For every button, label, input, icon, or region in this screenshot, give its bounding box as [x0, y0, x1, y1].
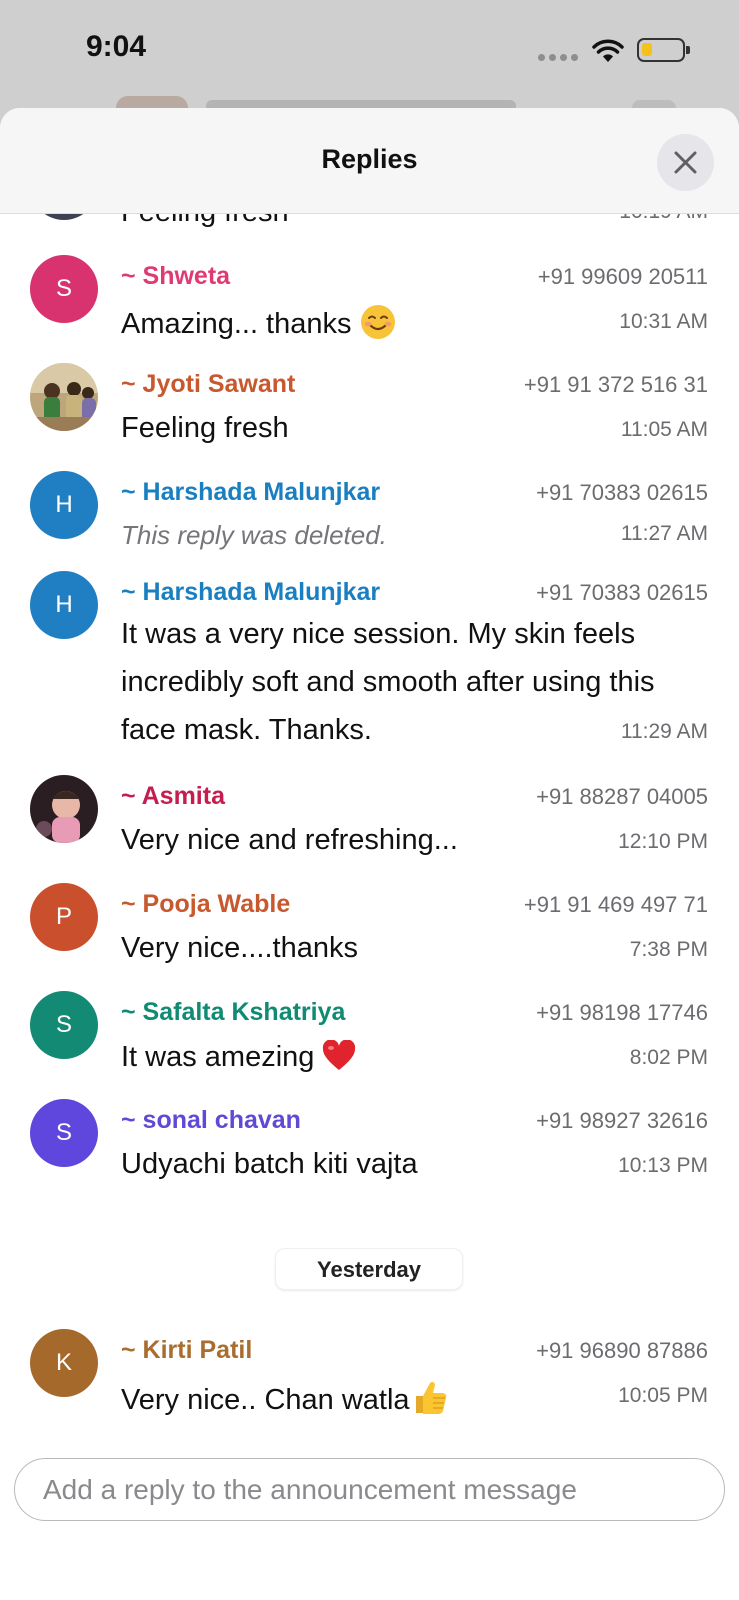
status-time: 9:04 — [86, 30, 147, 63]
avatar — [30, 775, 98, 843]
sender-phone: +91 98927 32616 — [536, 1108, 708, 1133]
close-icon — [674, 151, 697, 174]
reply-time: 7:38 PM — [629, 938, 708, 961]
sender-phone: +91 98198 17746 — [536, 1000, 708, 1025]
sender-name[interactable]: ~ Harshada Malunjkar — [121, 478, 380, 507]
red-heart-emoji-icon — [323, 1040, 356, 1070]
reply-text: It was amezing — [121, 1041, 315, 1073]
reply-time: 10:31 AM — [619, 310, 708, 333]
sender-phone: +91 88287 04005 — [536, 784, 708, 809]
avatar: S — [30, 1099, 98, 1167]
sender-phone: +91 70383 02615 — [536, 580, 708, 605]
reply-message: Very nice....thanks — [121, 932, 358, 964]
reply-time: 11:05 AM — [620, 418, 708, 441]
screen: 9:04 Replies S ~ Shweta +91 99609 20511 … — [0, 0, 739, 1600]
sender-phone: +91 91 372 516 31 — [523, 372, 708, 397]
sender-name[interactable]: ~ Jyoti Sawant — [121, 370, 295, 399]
avatar: K — [30, 1329, 98, 1397]
reply-time: 11:27 AM — [620, 522, 708, 545]
profile-photo-icon — [30, 775, 98, 843]
reply-text: Very nice.. Chan watla — [121, 1384, 410, 1416]
avatar: H — [30, 471, 98, 539]
wifi-icon — [592, 39, 624, 62]
cellular-signal-icon — [538, 54, 578, 61]
replies-list[interactable]: Feeling fresh 10:19 AM S ~ Shweta +91 99… — [0, 214, 739, 1494]
reply-input[interactable] — [14, 1458, 725, 1521]
reply-message: Udyachi batch kiti vajta — [121, 1148, 418, 1180]
sheet-title: Replies — [321, 144, 418, 174]
reply-message: It was a very nice session. My skin feel… — [121, 618, 655, 746]
avatar: S — [30, 991, 98, 1059]
reply-message: Feeling fresh — [121, 214, 289, 229]
reply-message: Very nice.. Chan watla — [121, 1378, 448, 1417]
thumbs-up-emoji-icon — [415, 1381, 446, 1414]
avatar: H — [30, 571, 98, 639]
sender-name[interactable]: ~ sonal chavan — [121, 1106, 301, 1135]
sender-name[interactable]: ~ Shweta — [121, 262, 230, 291]
sender-name[interactable]: ~ Pooja Wable — [121, 890, 290, 919]
sender-phone: +91 96890 87886 — [536, 1338, 708, 1363]
reply-time: 10:05 PM — [618, 1384, 708, 1407]
reply-time: 11:29 AM — [620, 720, 708, 743]
reply-time: 8:02 PM — [629, 1046, 708, 1069]
avatar: P — [30, 883, 98, 951]
reply-text: Amazing... thanks — [121, 308, 352, 340]
reply-message: Very nice and refreshing... — [121, 824, 458, 856]
close-button[interactable] — [657, 134, 714, 191]
reply-message: Feeling fresh — [121, 412, 289, 444]
date-separator: Yesterday — [275, 1248, 463, 1290]
avatar: S — [30, 255, 98, 323]
smiling-face-emoji-icon — [360, 305, 395, 339]
sender-name[interactable]: ~ Asmita — [121, 782, 225, 811]
avatar — [30, 363, 98, 431]
battery-icon — [637, 38, 690, 62]
avatar — [30, 214, 98, 220]
reply-message: Amazing... thanks — [121, 304, 396, 341]
reply-time: 12:10 PM — [618, 830, 708, 853]
deleted-reply-message: This reply was deleted. — [121, 520, 387, 550]
sheet-header: Replies — [0, 108, 739, 214]
sender-phone: +91 99609 20511 — [537, 264, 708, 289]
profile-photo-icon — [30, 363, 98, 431]
reply-message: It was amezing — [121, 1040, 356, 1074]
status-bar: 9:04 — [0, 0, 739, 100]
sender-phone: +91 70383 02615 — [536, 480, 708, 505]
replies-sheet: Replies Feeling fresh 10:19 AM S ~ Shwet… — [0, 108, 739, 1600]
sender-name[interactable]: ~ Kirti Patil — [121, 1336, 252, 1365]
reply-time: 10:19 AM — [619, 214, 708, 224]
sender-phone: +91 91 469 497 71 — [523, 892, 708, 917]
reply-time: 10:13 PM — [618, 1154, 708, 1177]
sender-name[interactable]: ~ Harshada Malunjkar — [121, 578, 380, 607]
sender-name[interactable]: ~ Safalta Kshatriya — [121, 998, 345, 1027]
